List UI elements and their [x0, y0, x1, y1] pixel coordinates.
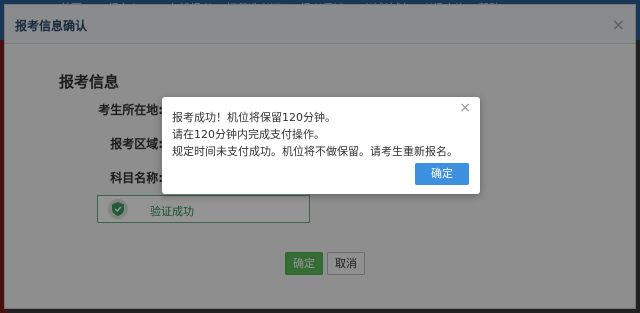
alert-ok-button[interactable]: 确定 [415, 163, 469, 185]
alert-message-line: 规定时间未支付成功。机位将不做保留。请考生重新报名。 [172, 145, 458, 158]
close-icon[interactable]: × [459, 100, 471, 116]
alert-message-line: 请在120分钟内完成支付操作。 [172, 128, 325, 141]
alert-message-line: 报考成功！机位将保留120分钟。 [172, 111, 336, 124]
success-alert: × 报考成功！机位将保留120分钟。 请在120分钟内完成支付操作。 规定时间未… [162, 97, 480, 194]
